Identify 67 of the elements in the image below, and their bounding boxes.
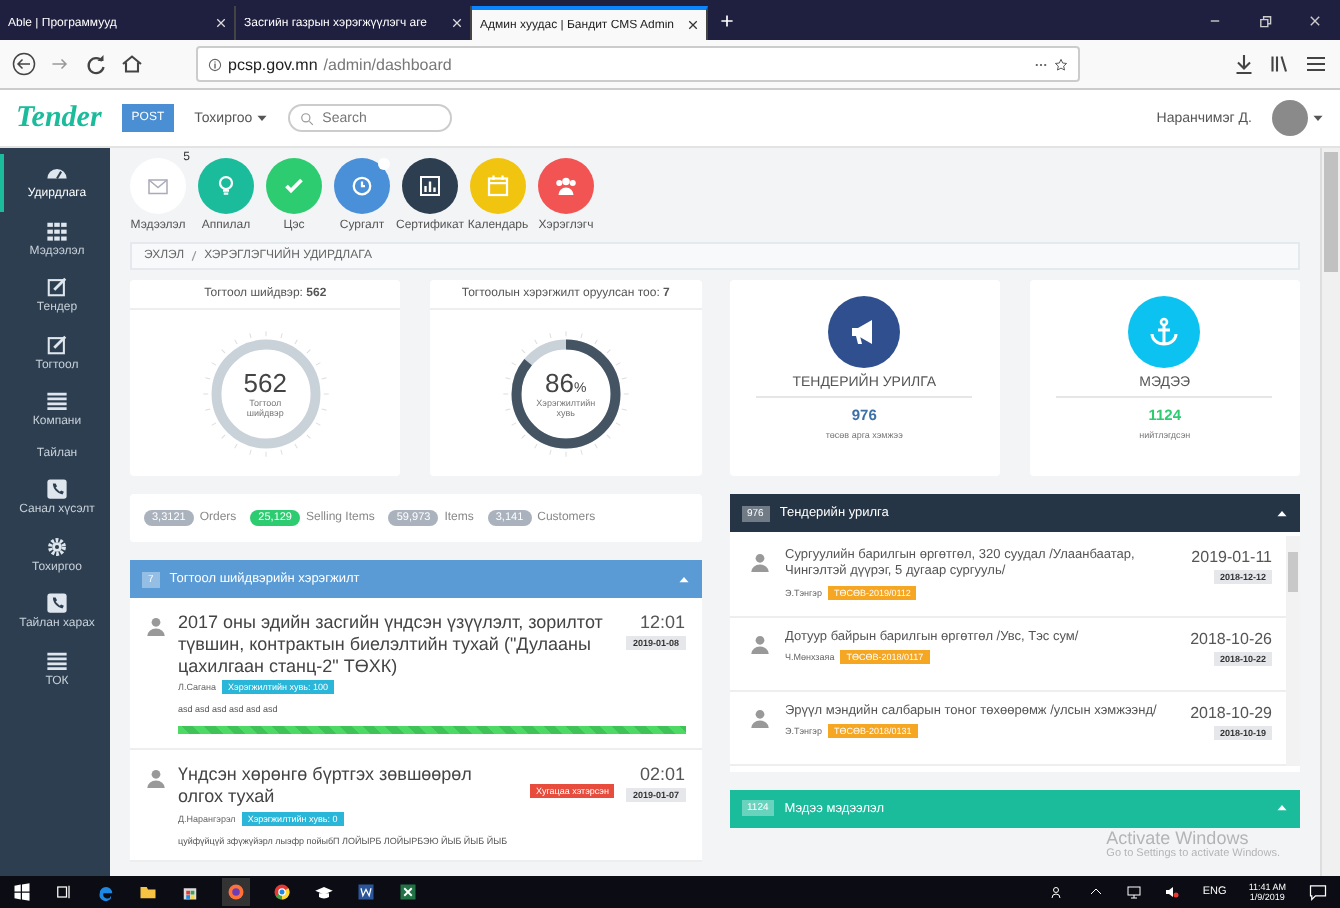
anchor-icon bbox=[1148, 316, 1181, 348]
network-icon[interactable] bbox=[1126, 884, 1143, 900]
volume-icon[interactable] bbox=[1164, 884, 1181, 900]
avatar[interactable] bbox=[1272, 100, 1308, 136]
list-icon bbox=[46, 390, 68, 412]
store-icon[interactable] bbox=[180, 882, 200, 902]
start-icon[interactable] bbox=[12, 882, 32, 902]
lightbulb-icon bbox=[214, 174, 238, 198]
time-label: 02:01 bbox=[639, 764, 685, 785]
people-icon[interactable] bbox=[1050, 884, 1067, 900]
users-icon bbox=[554, 174, 578, 198]
collapse-icon[interactable] bbox=[1276, 507, 1288, 519]
time-label: 12:01 bbox=[639, 612, 685, 632]
star-icon[interactable] bbox=[1054, 57, 1068, 71]
separator-icon bbox=[190, 250, 199, 262]
deadline-date: 2018-10-29 bbox=[1190, 703, 1272, 722]
library-icon[interactable] bbox=[1268, 52, 1292, 76]
envelope-icon bbox=[146, 174, 170, 198]
person-icon bbox=[749, 552, 769, 572]
home-icon[interactable] bbox=[120, 52, 144, 76]
clock-icon bbox=[350, 174, 374, 198]
phone-icon bbox=[46, 592, 68, 614]
edge-icon[interactable] bbox=[96, 882, 116, 902]
reload-icon[interactable] bbox=[84, 52, 108, 76]
back-icon[interactable] bbox=[12, 52, 36, 76]
menu-icon[interactable] bbox=[1304, 52, 1328, 76]
excel-icon[interactable] bbox=[398, 882, 418, 902]
new-tab-icon[interactable] bbox=[720, 13, 734, 27]
deadline-date: 2019-01-11 bbox=[1191, 548, 1272, 566]
scrollbar[interactable] bbox=[1320, 148, 1340, 876]
download-icon[interactable] bbox=[1232, 52, 1256, 76]
word-icon[interactable] bbox=[356, 882, 376, 902]
info-icon[interactable] bbox=[208, 57, 222, 71]
address-bar[interactable]: pcsp.gov.mn /admin/dashboard bbox=[196, 46, 1080, 82]
caret-icon[interactable] bbox=[1312, 112, 1324, 124]
phone-icon bbox=[46, 478, 68, 500]
close-icon[interactable] bbox=[688, 20, 698, 30]
scrollbar[interactable] bbox=[1286, 536, 1300, 766]
gauge-ring bbox=[199, 327, 332, 459]
edit-icon bbox=[46, 276, 68, 298]
task-view-icon[interactable] bbox=[54, 882, 74, 902]
caret-icon[interactable] bbox=[256, 112, 269, 124]
grid-icon bbox=[46, 219, 68, 241]
folder-icon[interactable] bbox=[138, 882, 158, 902]
person-icon bbox=[146, 616, 166, 636]
edit-icon bbox=[46, 333, 68, 355]
bar-chart-icon bbox=[418, 174, 442, 198]
gauge-value: 562 bbox=[243, 368, 287, 398]
calendar-icon bbox=[486, 174, 510, 198]
graduation-cap-icon[interactable] bbox=[314, 882, 334, 902]
firefox-icon[interactable] bbox=[222, 878, 250, 906]
decision-title[interactable]: 2017 оны эдийн засгийн үндсэн үзүүлэлт, зорилтот түвшин, контрактын биелэлтийн тухай ("Дулааны цахилгаан станц-2" ТӨХК) bbox=[178, 612, 615, 677]
person-icon bbox=[749, 633, 769, 654]
deadline-date: 2018-10-26 bbox=[1190, 629, 1272, 648]
restore-icon[interactable] bbox=[1258, 13, 1272, 27]
search-icon bbox=[300, 112, 315, 126]
gauge-ring bbox=[499, 327, 632, 459]
chevron-up-icon[interactable] bbox=[1088, 884, 1105, 900]
notification-icon[interactable] bbox=[1308, 882, 1328, 902]
chrome-icon[interactable] bbox=[272, 882, 292, 902]
decision-title[interactable]: Үндсэн хөрөнгө бүртгэх зөвшөөрөл олгох тухай bbox=[178, 764, 519, 808]
settings-icon bbox=[46, 535, 68, 557]
activation-notice-title: Activate Windows bbox=[1106, 828, 1251, 848]
checkmark-icon bbox=[282, 174, 306, 198]
person-icon bbox=[146, 768, 166, 789]
list-icon bbox=[46, 649, 68, 671]
person-icon bbox=[749, 707, 769, 728]
